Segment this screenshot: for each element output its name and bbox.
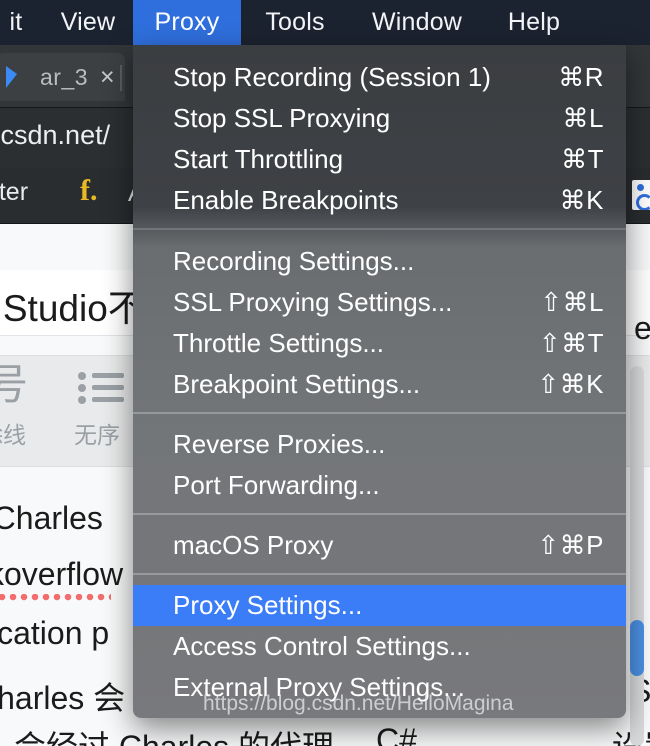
- menubar-item-help[interactable]: Help: [493, 0, 575, 45]
- bookmark-f-icon[interactable]: f.: [80, 174, 98, 208]
- unordered-list-label: 无序: [74, 422, 120, 448]
- body-line-5: 会经过 Charles 的代理: [14, 722, 334, 746]
- menu-item-label: External Proxy Settings...: [173, 672, 465, 702]
- spellcheck-underline: [0, 594, 111, 601]
- menu-item-label: macOS Proxy: [173, 530, 334, 560]
- menu-item-shortcut: ⇧⌘P: [537, 530, 604, 560]
- menu-item-shortcut: ⌘K: [559, 185, 604, 215]
- vertical-scrollbar-track[interactable]: [630, 366, 644, 746]
- menu-item-label: Reverse Proxies...: [173, 429, 386, 459]
- menu-item-label: Port Forwarding...: [173, 470, 380, 500]
- menu-item-web-interface-settings[interactable]: Web Interface Settings...: [133, 708, 626, 718]
- body-line-1: (Charles: [0, 500, 103, 536]
- menu-item-proxy-settings[interactable]: Proxy Settings...: [133, 585, 626, 626]
- menu-item-external-proxy-settings[interactable]: External Proxy Settings...: [133, 667, 626, 708]
- menu-item-recording-settings[interactable]: Recording Settings...: [133, 241, 626, 282]
- menu-separator-1: [133, 228, 626, 230]
- menubar-item-tools[interactable]: Tools: [249, 0, 341, 45]
- menu-item-label: Proxy Settings...: [173, 590, 363, 620]
- menu-item-breakpoint-settings[interactable]: Breakpoint Settings... ⇧⌘K: [133, 364, 626, 405]
- unordered-list-icon[interactable]: [78, 370, 124, 404]
- menu-item-port-forwarding[interactable]: Port Forwarding...: [133, 465, 626, 506]
- menu-item-enable-breakpoints[interactable]: Enable Breakpoints ⌘K: [133, 180, 626, 221]
- menu-separator-2: [133, 412, 626, 414]
- menu-item-label: Recording Settings...: [173, 246, 415, 276]
- menu-item-shortcut: ⌘R: [558, 62, 604, 92]
- strikethrough-label: 除线: [0, 422, 26, 448]
- menu-item-label: Stop SSL Proxying: [173, 103, 391, 133]
- url-text: p.csdn.net/: [0, 120, 111, 150]
- menu-item-ssl-proxying-settings[interactable]: SSL Proxying Settings... ⇧⌘L: [133, 282, 626, 323]
- proxy-dropdown-menu: Stop Recording (Session 1) ⌘R Stop SSL P…: [133, 45, 626, 718]
- close-icon[interactable]: ×: [100, 64, 115, 90]
- menu-section-session-controls: Stop Recording (Session 1) ⌘R Stop SSL P…: [133, 45, 626, 221]
- menu-item-label: Throttle Settings...: [173, 328, 384, 358]
- menu-item-label: SSL Proxying Settings...: [173, 287, 453, 317]
- menu-item-label: Access Control Settings...: [173, 631, 471, 661]
- menu-section-proxy-tools: Reverse Proxies... Port Forwarding...: [133, 420, 626, 506]
- menu-item-access-control-settings[interactable]: Access Control Settings...: [133, 626, 626, 667]
- menu-item-throttle-settings[interactable]: Throttle Settings... ⇧⌘T: [133, 323, 626, 364]
- menu-item-label: Start Throttling: [173, 144, 344, 174]
- tab-divider: [120, 65, 122, 91]
- bookmark-item-flutter[interactable]: utter: [0, 178, 28, 207]
- menubar-item-window[interactable]: Window: [347, 0, 487, 45]
- strikethrough-icon[interactable]: 号: [0, 364, 28, 406]
- menu-item-reverse-proxies[interactable]: Reverse Proxies...: [133, 424, 626, 465]
- menubar-item-proxy[interactable]: Proxy: [133, 0, 241, 45]
- menu-item-label: Stop Recording (Session 1): [173, 62, 491, 92]
- vertical-scrollbar-thumb[interactable]: [630, 620, 644, 676]
- menu-item-stop-recording[interactable]: Stop Recording (Session 1) ⌘R: [133, 57, 626, 98]
- menu-item-shortcut: ⇧⌘L: [540, 287, 604, 317]
- menu-separator-4: [133, 573, 626, 575]
- menu-item-start-throttling[interactable]: Start Throttling ⌘T: [133, 139, 626, 180]
- menu-item-macos-proxy[interactable]: macOS Proxy ⇧⌘P: [133, 525, 626, 566]
- menu-item-shortcut: ⌘L: [562, 103, 604, 133]
- flutter-logo-icon: [6, 64, 28, 90]
- body-line-3: ification p: [0, 615, 110, 651]
- menubar-item-view[interactable]: View: [44, 0, 132, 45]
- menu-item-shortcut: ⇧⌘K: [537, 369, 604, 399]
- menu-item-label: Breakpoint Settings...: [173, 369, 421, 399]
- body-line-2: ckoverflow: [0, 556, 124, 592]
- menu-item-label: Enable Breakpoints: [173, 185, 399, 215]
- screenshot-root: ar_3 × p.csdn.net/ utter f. A d Studio不 …: [0, 0, 650, 746]
- menu-item-shortcut: ⌘T: [561, 144, 604, 174]
- menu-item-label: Web Interface Settings...: [173, 713, 580, 718]
- menu-section-configuration: Proxy Settings... Access Control Setting…: [133, 581, 626, 718]
- menu-section-system-proxy: macOS Proxy ⇧⌘P: [133, 521, 626, 566]
- menubar-item-edit[interactable]: it: [0, 0, 44, 45]
- page-title: d Studio不: [0, 288, 145, 329]
- right-fragment-csharp: C#: [376, 722, 417, 746]
- right-fragment-e: e: [634, 310, 650, 346]
- menu-section-settings: Recording Settings... SSL Proxying Setti…: [133, 236, 626, 405]
- menu-item-shortcut: ⇧⌘T: [538, 328, 604, 358]
- menu-separator-3: [133, 513, 626, 515]
- browser-tab-label: ar_3: [40, 63, 89, 90]
- extension-icon[interactable]: [632, 180, 650, 210]
- browser-tab[interactable]: ar_3 ×: [0, 53, 125, 101]
- menu-item-stop-ssl-proxying[interactable]: Stop SSL Proxying ⌘L: [133, 98, 626, 139]
- body-line-4: Charles 会: [0, 680, 126, 716]
